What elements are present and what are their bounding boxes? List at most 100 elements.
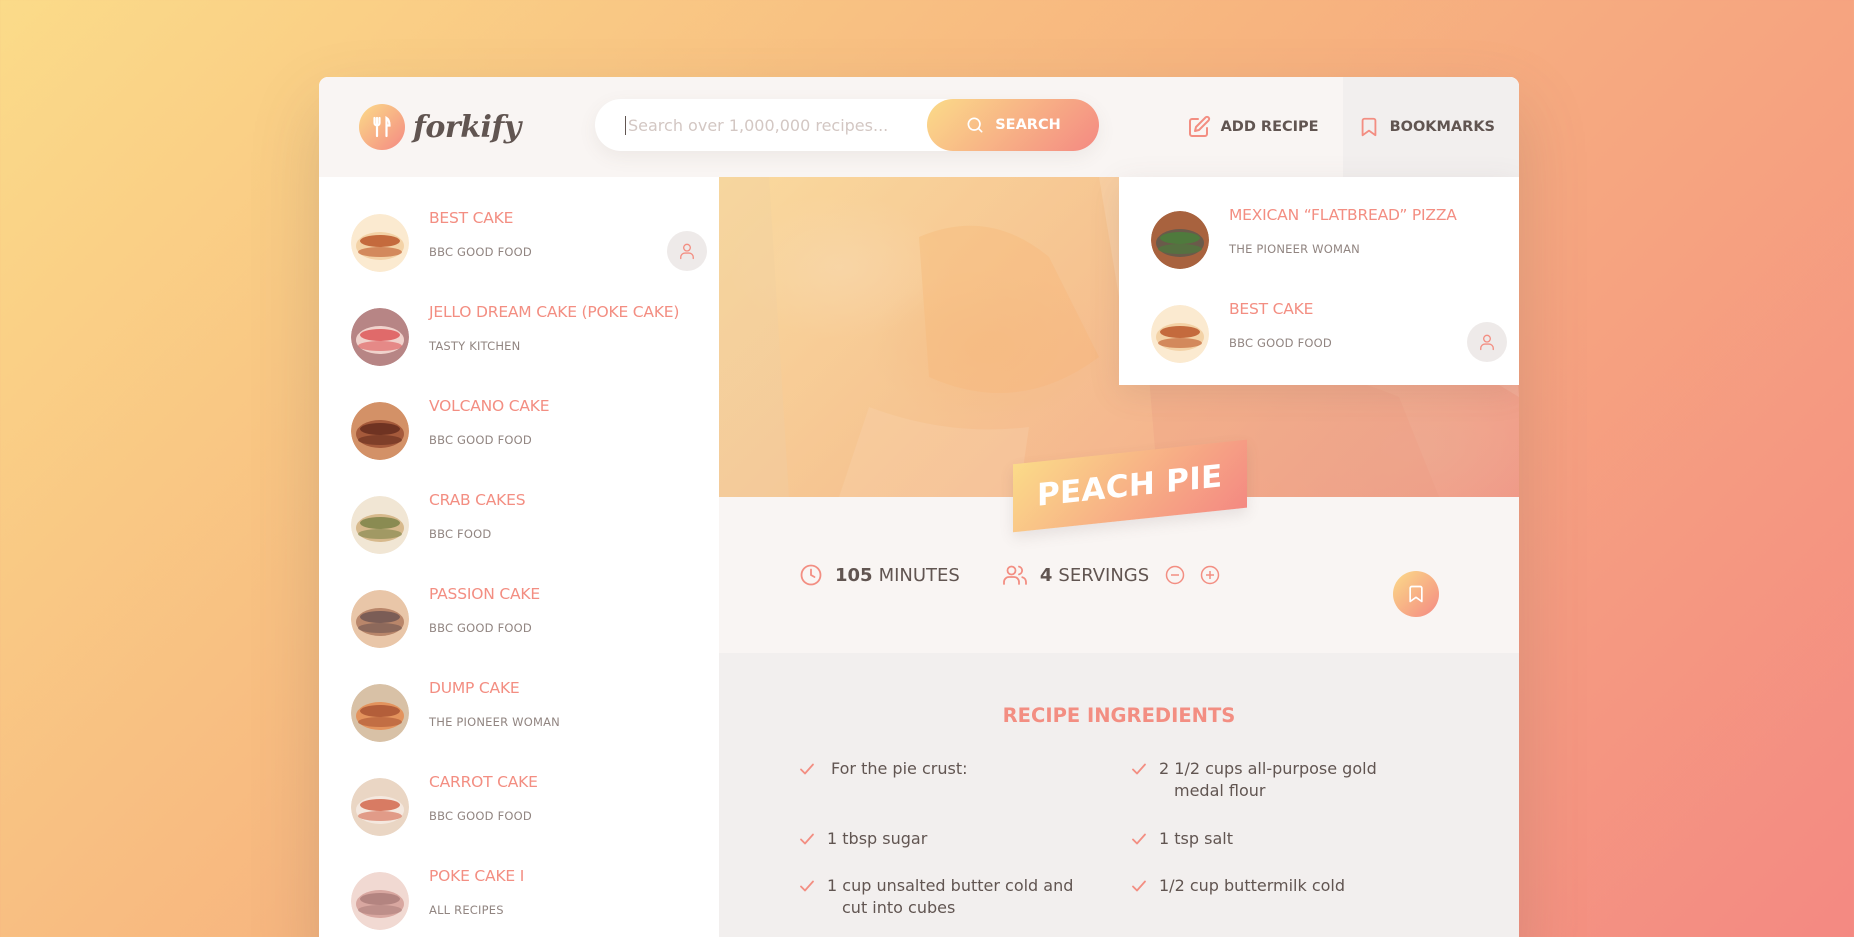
bookmark-icon bbox=[1361, 117, 1376, 137]
cooking-time: 105 MINUTES bbox=[799, 563, 960, 587]
forkify-app: forkify SEARCH ADD RECIPE bbox=[319, 77, 1519, 937]
preview-publisher: ALL RECIPES bbox=[429, 903, 504, 917]
search-button[interactable]: SEARCH bbox=[927, 99, 1099, 151]
bookmark-item[interactable]: MEXICAN “FLATBREAD” PIZZA THE PIONEER WOM… bbox=[1119, 204, 1519, 298]
edit-icon bbox=[1188, 115, 1210, 137]
plus-circle-icon[interactable] bbox=[1200, 565, 1220, 585]
search-button-label: SEARCH bbox=[995, 117, 1061, 133]
cooking-time-unit: MINUTES bbox=[878, 564, 960, 586]
check-icon bbox=[1132, 833, 1146, 845]
recipe-thumbnail bbox=[351, 590, 409, 648]
search-input[interactable] bbox=[625, 115, 925, 135]
preview-publisher: THE PIONEER WOMAN bbox=[429, 715, 560, 729]
ingredient-text: 2 1/2 cups all-purpose gold medal flour bbox=[1159, 759, 1377, 800]
check-icon bbox=[800, 880, 814, 892]
result-item[interactable]: JELLO DREAM CAKE (POKE CAKE) TASTY KITCHE… bbox=[319, 301, 719, 395]
preview-publisher: BBC FOOD bbox=[429, 527, 492, 541]
preview-publisher: BBC GOOD FOOD bbox=[429, 245, 532, 259]
bookmarks-dropdown: MEXICAN “FLATBREAD” PIZZA THE PIONEER WOM… bbox=[1119, 177, 1519, 385]
cooking-time-value: 105 bbox=[835, 564, 873, 586]
preview-publisher: BBC GOOD FOOD bbox=[429, 809, 532, 823]
recipe-thumbnail bbox=[1151, 305, 1209, 363]
ingredient-text: For the pie crust: bbox=[831, 759, 968, 778]
servings-value: 4 bbox=[1039, 564, 1053, 586]
recipe-thumbnail bbox=[351, 684, 409, 742]
preview-title: BEST CAKE bbox=[1229, 300, 1314, 318]
fork-knife-icon bbox=[359, 104, 405, 150]
header: forkify SEARCH ADD RECIPE bbox=[319, 77, 1519, 177]
ingredient-text: 1/2 cup buttermilk cold bbox=[1159, 876, 1346, 895]
ingredient-item: 1 cup unsalted butter cold and cut into … bbox=[799, 875, 1079, 919]
ingredient-item: 2 1/2 cups all-purpose gold medal flour bbox=[1131, 758, 1411, 802]
preview-text: VOLCANO CAKE BBC GOOD FOOD bbox=[429, 397, 550, 447]
servings: 4 SERVINGS bbox=[1002, 563, 1232, 587]
preview-text: MEXICAN “FLATBREAD” PIZZA THE PIONEER WOM… bbox=[1229, 206, 1457, 256]
preview-text: PASSION CAKE BBC GOOD FOOD bbox=[429, 585, 540, 635]
preview-text: CARROT CAKE BBC GOOD FOOD bbox=[429, 773, 538, 823]
preview-title: DUMP CAKE bbox=[429, 679, 520, 697]
bookmarks-label: BOOKMARKS bbox=[1389, 119, 1495, 135]
preview-text: BEST CAKE BBC GOOD FOOD bbox=[429, 209, 532, 259]
ingredient-item: 1 tbsp sugar bbox=[799, 828, 1079, 850]
preview-text: CRAB CAKES BBC FOOD bbox=[429, 491, 526, 541]
bookmarks-button[interactable]: BOOKMARKS bbox=[1342, 77, 1519, 177]
result-item[interactable]: CARROT CAKE BBC GOOD FOOD bbox=[319, 771, 719, 865]
preview-text: POKE CAKE I ALL RECIPES bbox=[429, 867, 524, 917]
result-item[interactable]: VOLCANO CAKE BBC GOOD FOOD bbox=[319, 395, 719, 489]
check-icon bbox=[800, 833, 814, 845]
minus-circle-icon[interactable] bbox=[1165, 565, 1185, 585]
result-item[interactable]: POKE CAKE I ALL RECIPES bbox=[319, 865, 719, 937]
add-recipe-button[interactable]: ADD RECIPE bbox=[1172, 77, 1343, 177]
bookmark-item[interactable]: BEST CAKE BBC GOOD FOOD bbox=[1119, 298, 1519, 392]
ingredient-item: 1 tsp salt bbox=[1131, 828, 1411, 850]
preview-publisher: THE PIONEER WOMAN bbox=[1229, 242, 1360, 256]
recipe-thumbnail bbox=[351, 308, 409, 366]
preview-title: MEXICAN “FLATBREAD” PIZZA bbox=[1229, 206, 1457, 224]
preview-title: POKE CAKE I bbox=[429, 867, 525, 885]
nav: ADD RECIPE BOOKMARKS bbox=[1172, 77, 1519, 177]
preview-text: JELLO DREAM CAKE (POKE CAKE) TASTY KITCHE… bbox=[429, 303, 679, 353]
preview-title: PASSION CAKE bbox=[429, 585, 540, 603]
recipe-thumbnail bbox=[351, 496, 409, 554]
clock-icon bbox=[800, 564, 822, 586]
ingredient-item: For the pie crust: bbox=[799, 758, 1079, 780]
preview-publisher: BBC GOOD FOOD bbox=[429, 433, 532, 447]
servings-unit: SERVINGS bbox=[1058, 564, 1150, 586]
ingredient-text: 1 tbsp sugar bbox=[827, 829, 928, 848]
bookmark-recipe-button[interactable] bbox=[1393, 571, 1439, 617]
preview-text: BEST CAKE BBC GOOD FOOD bbox=[1229, 300, 1332, 350]
result-item[interactable]: BEST CAKE BBC GOOD FOOD bbox=[319, 207, 719, 301]
users-icon bbox=[1002, 565, 1027, 585]
ingredient-text: 1 tsp salt bbox=[1159, 829, 1233, 848]
servings-buttons bbox=[1165, 565, 1232, 585]
recipe-thumbnail bbox=[351, 214, 409, 272]
result-item[interactable]: DUMP CAKE THE PIONEER WOMAN bbox=[319, 677, 719, 771]
search-icon bbox=[967, 117, 983, 133]
preview-publisher: BBC GOOD FOOD bbox=[1229, 336, 1332, 350]
logo-text: forkify bbox=[413, 109, 521, 145]
result-item[interactable]: CRAB CAKES BBC FOOD bbox=[319, 489, 719, 583]
check-icon bbox=[800, 763, 814, 775]
logo[interactable]: forkify bbox=[359, 104, 521, 150]
preview-publisher: BBC GOOD FOOD bbox=[429, 621, 532, 635]
check-icon bbox=[1132, 880, 1146, 892]
user-icon bbox=[667, 231, 707, 271]
recipe-thumbnail bbox=[1151, 211, 1209, 269]
preview-title: VOLCANO CAKE bbox=[429, 397, 550, 415]
result-item[interactable]: PASSION CAKE BBC GOOD FOOD bbox=[319, 583, 719, 677]
recipe-thumbnail bbox=[351, 402, 409, 460]
add-recipe-label: ADD RECIPE bbox=[1220, 119, 1319, 135]
search-form: SEARCH bbox=[595, 99, 1099, 151]
bookmark-icon bbox=[1409, 585, 1423, 603]
preview-title: CRAB CAKES bbox=[429, 491, 526, 509]
preview-title: BEST CAKE bbox=[429, 209, 514, 227]
recipe-thumbnail bbox=[351, 872, 409, 930]
preview-text: DUMP CAKE THE PIONEER WOMAN bbox=[429, 679, 560, 729]
check-icon bbox=[1132, 763, 1146, 775]
ingredients-heading: RECIPE INGREDIENTS bbox=[1002, 704, 1236, 727]
preview-title: JELLO DREAM CAKE (POKE CAKE) bbox=[429, 303, 680, 321]
ingredient-text: 1 cup unsalted butter cold and cut into … bbox=[827, 876, 1074, 917]
user-icon bbox=[1467, 322, 1507, 362]
preview-publisher: TASTY KITCHEN bbox=[429, 339, 521, 353]
recipe-ingredients: RECIPE INGREDIENTS For the pie crust: 2 1… bbox=[719, 653, 1519, 937]
